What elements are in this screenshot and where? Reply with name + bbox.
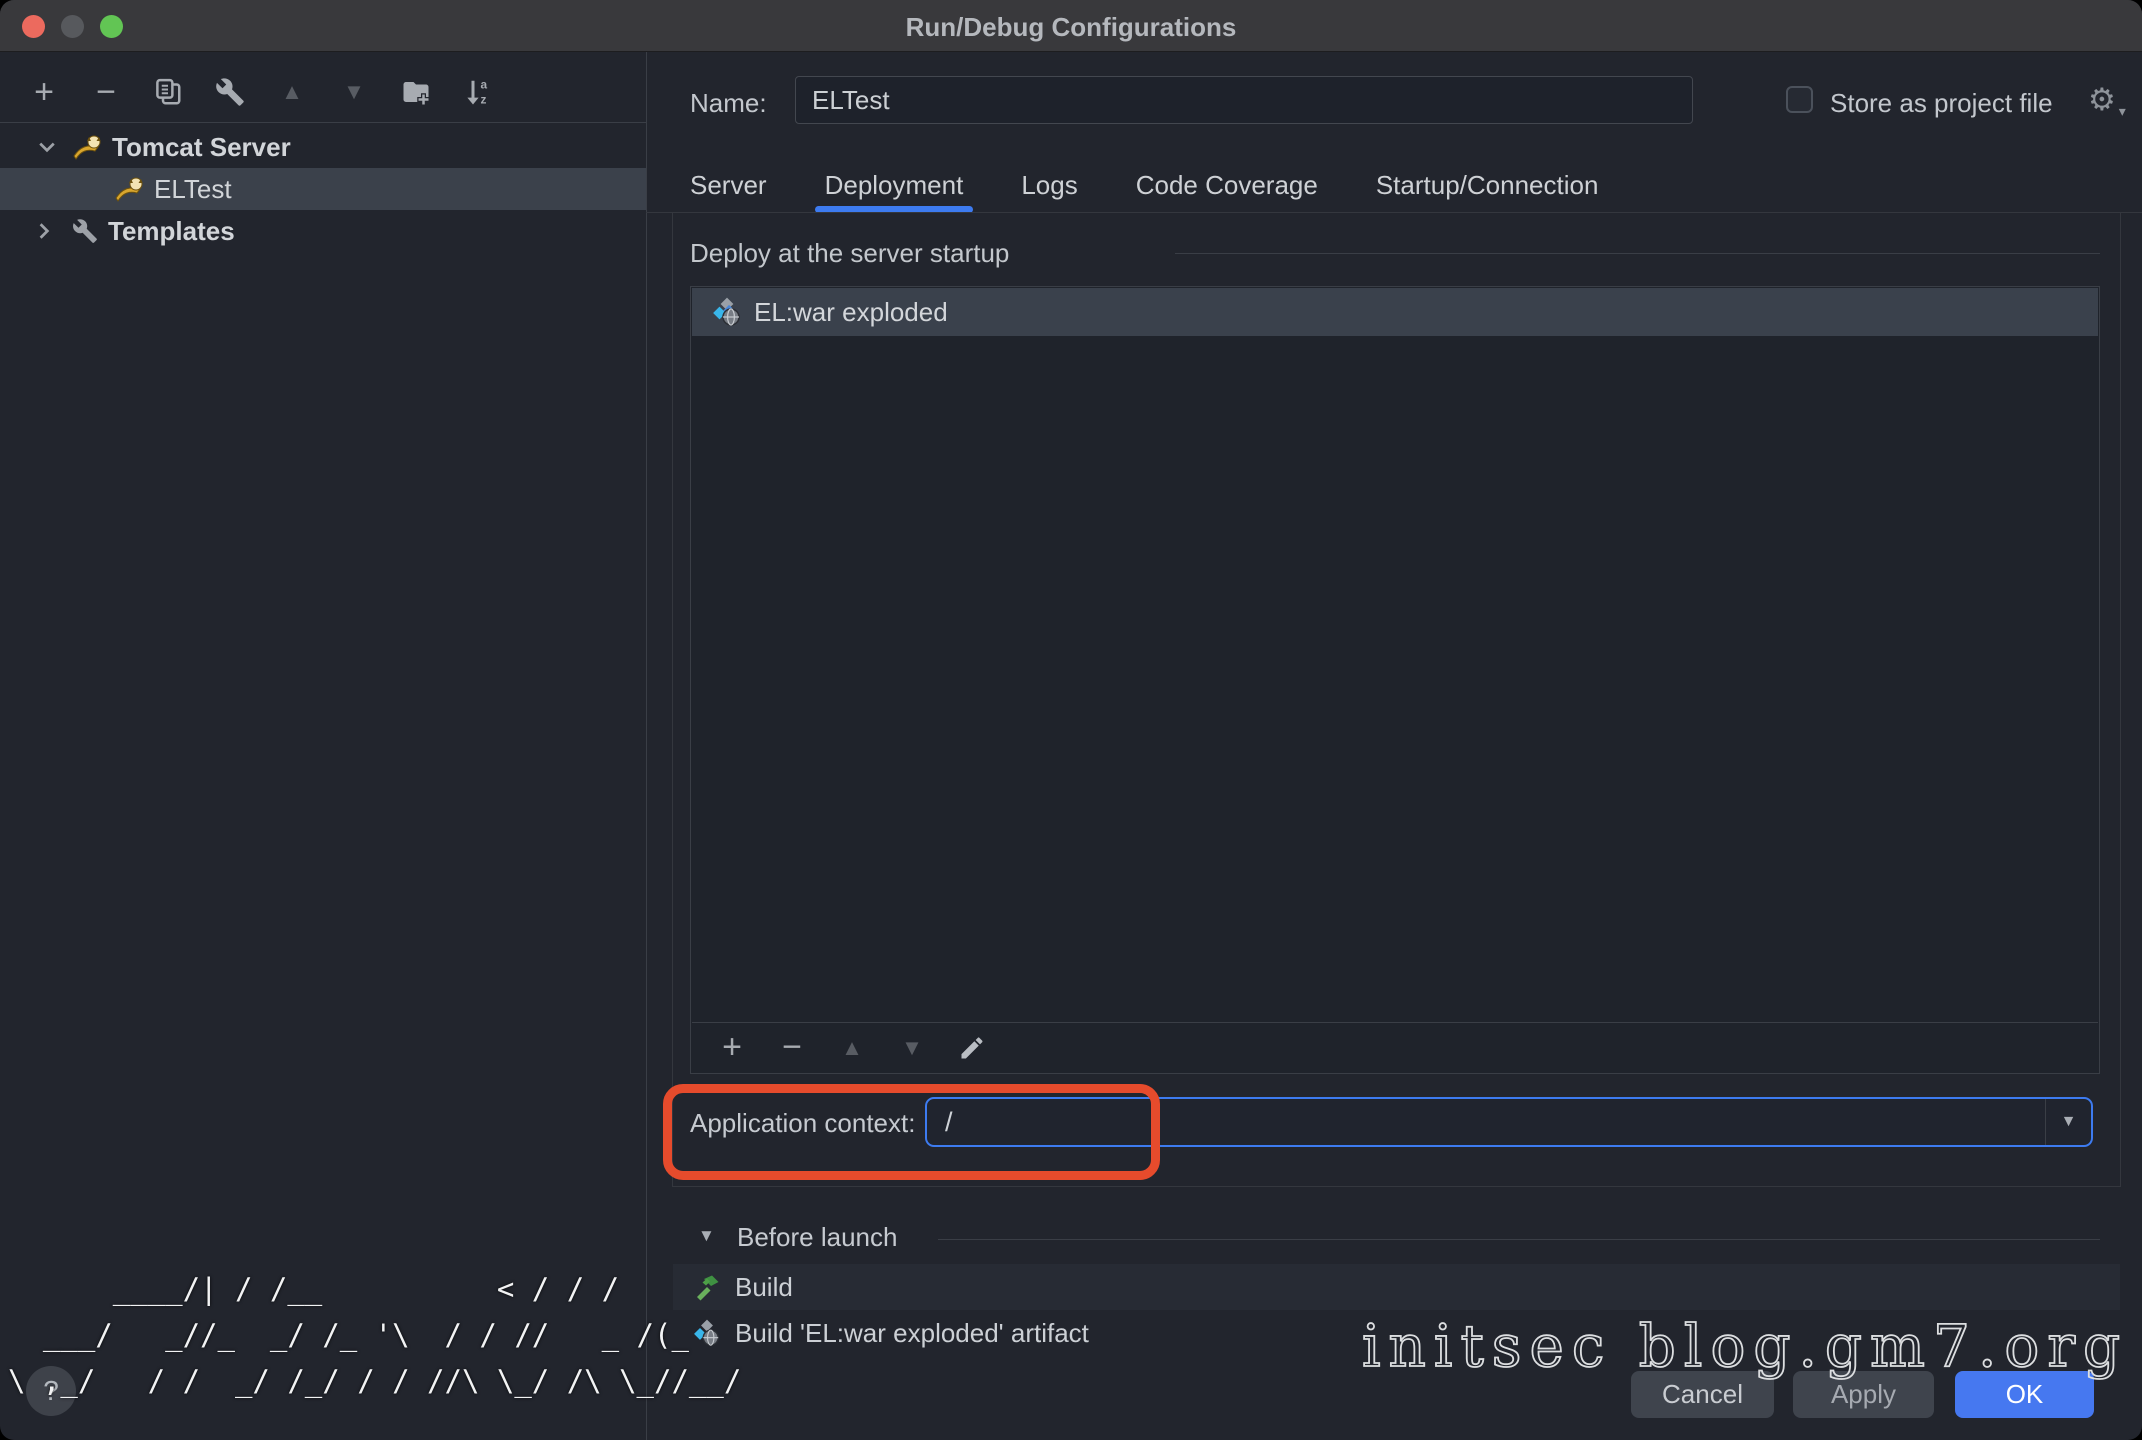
ok-button[interactable]: OK [1955, 1371, 2094, 1418]
artifact-icon [693, 1319, 721, 1347]
section-divider [1175, 253, 2100, 254]
sort-az-icon: a z [463, 77, 493, 107]
group-border [672, 213, 673, 1187]
help-button[interactable]: ? [26, 1366, 76, 1416]
deploy-section-title: Deploy at the server startup [690, 238, 1009, 269]
wrench-icon [72, 218, 98, 244]
application-context-value[interactable]: / [945, 1107, 953, 1138]
new-folder-icon [400, 77, 432, 107]
copy-icon [153, 77, 183, 107]
deploy-toolbar: + − ▲ ▼ [692, 1022, 2098, 1072]
new-folder-button[interactable] [398, 74, 434, 110]
tree-item-label: ELTest [154, 174, 232, 205]
group-border [672, 1186, 2121, 1187]
copy-configuration-icon[interactable] [150, 74, 186, 110]
run-debug-configurations-dialog: Run/Debug Configurations + − ▲ ▼ [0, 0, 2142, 1440]
tree-item-label: Tomcat Server [112, 132, 291, 163]
artifact-list-item[interactable]: EL:war exploded [692, 288, 2098, 336]
store-as-project-file-checkbox[interactable] [1786, 86, 1813, 113]
svg-text:a: a [481, 77, 488, 91]
tree-item-label: Templates [108, 216, 235, 247]
artifact-label: EL:war exploded [754, 297, 948, 328]
gear-icon[interactable]: ⚙▾ [2088, 82, 2116, 118]
window-title: Run/Debug Configurations [0, 12, 2142, 43]
combobox-dropdown-button[interactable]: ▼ [2045, 1099, 2091, 1145]
tab-startup-connection[interactable]: Startup/Connection [1376, 157, 1599, 213]
cancel-button[interactable]: Cancel [1631, 1371, 1774, 1418]
before-launch-collapse-icon[interactable]: ▼ [698, 1226, 715, 1246]
tabs-separator [646, 212, 2142, 213]
group-border [2120, 213, 2121, 1187]
tab-code-coverage[interactable]: Code Coverage [1136, 157, 1318, 213]
edit-artifact-button[interactable] [954, 1030, 990, 1066]
add-artifact-button[interactable]: + [714, 1030, 750, 1066]
tab-logs[interactable]: Logs [1021, 157, 1077, 213]
configurations-toolbar: + − ▲ ▼ [26, 68, 496, 116]
artifact-icon [712, 297, 742, 327]
tree-top-divider [0, 122, 646, 123]
title-bar: Run/Debug Configurations [0, 0, 2142, 52]
gear-dropdown-arrow-icon: ▾ [2119, 103, 2126, 120]
task-label: Build [735, 1272, 793, 1303]
edit-templates-button[interactable] [212, 74, 248, 110]
add-configuration-button[interactable]: + [26, 74, 62, 110]
panel-splitter[interactable] [646, 52, 647, 1440]
tree-item-eltest[interactable]: ELTest [0, 168, 646, 210]
tree-item-templates[interactable]: Templates [0, 210, 646, 252]
name-input[interactable] [795, 76, 1693, 124]
tab-deployment[interactable]: Deployment [825, 157, 964, 213]
move-artifact-down-button[interactable]: ▼ [894, 1030, 930, 1066]
application-context-label: Application context: [690, 1108, 915, 1139]
before-launch-title: Before launch [737, 1222, 897, 1253]
name-label: Name: [690, 88, 767, 119]
svg-text:z: z [481, 92, 487, 106]
store-as-project-file-label: Store as project file [1830, 88, 2053, 119]
sort-alphabetically-button[interactable]: a z [460, 74, 496, 110]
wrench-icon [215, 77, 245, 107]
section-divider [938, 1239, 2100, 1240]
move-down-button[interactable]: ▼ [336, 74, 372, 110]
remove-configuration-button[interactable]: − [88, 74, 124, 110]
apply-button[interactable]: Apply [1793, 1371, 1934, 1418]
chevron-right-icon[interactable] [38, 222, 68, 240]
application-context-combobox[interactable]: / ▼ [925, 1097, 2093, 1147]
build-hammer-icon [693, 1273, 721, 1301]
pencil-icon [958, 1034, 986, 1062]
tree-item-tomcat-server[interactable]: Tomcat Server [0, 126, 646, 168]
remove-artifact-button[interactable]: − [774, 1030, 810, 1066]
tab-server[interactable]: Server [690, 157, 767, 213]
ascii-art-signature: ____/| / /__ < / / / ___/ _//_ _/ /_ '\ … [8, 1266, 741, 1404]
tomcat-icon [72, 134, 102, 160]
move-artifact-up-button[interactable]: ▲ [834, 1030, 870, 1066]
tomcat-icon [114, 176, 144, 202]
deploy-artifacts-panel: EL:war exploded + − ▲ ▼ [690, 286, 2100, 1074]
task-label: Build 'EL:war exploded' artifact [735, 1318, 1089, 1349]
config-tabs: Server Deployment Logs Code Coverage Sta… [690, 157, 1598, 213]
chevron-down-icon[interactable] [38, 141, 68, 153]
before-launch-task-build[interactable]: Build [673, 1264, 2120, 1310]
move-up-button[interactable]: ▲ [274, 74, 310, 110]
dropdown-arrow-icon: ▼ [2061, 1113, 2077, 1131]
before-launch-task-build-artifact[interactable]: Build 'EL:war exploded' artifact [673, 1310, 2120, 1356]
